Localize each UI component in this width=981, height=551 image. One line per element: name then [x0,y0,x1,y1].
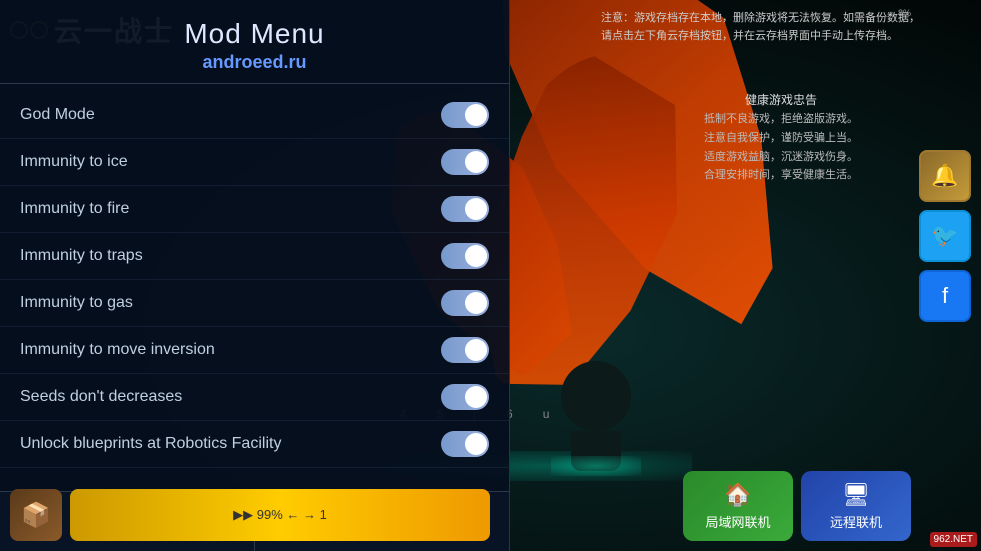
toggle-god-mode[interactable] [441,102,489,128]
mod-label-unlock-blueprints: Unlock blueprints at Robotics Facility [20,435,281,453]
twitter-icon: 🐦 [931,223,958,249]
toggle-knob-god-mode [465,104,487,126]
mod-label-immunity-gas: Immunity to gas [20,294,133,312]
local-network-button[interactable]: 🏠 局域网联机 [683,471,793,541]
level-u: u [543,407,550,421]
bottom-progress-bar[interactable]: ▶▶ 99% ← → 1 [70,489,490,541]
toggle-immunity-move-inversion[interactable] [441,337,489,363]
mod-menu-panel: Mod Menu androeed.ru God Mode Immunity t… [0,0,510,551]
watermark-962: 962.NET [930,532,977,547]
remote-network-icon: 🖥 [842,482,870,508]
mod-label-immunity-ice: Immunity to ice [20,153,128,171]
remote-network-label: 远程联机 [830,512,882,531]
health-line-4: 合理安排时间，享受健康生活。 [641,166,921,185]
network-buttons: 🏠 局域网联机 🖥 远程联机 [683,471,911,541]
toggle-knob-immunity-fire [465,198,487,220]
mod-item-immunity-fire[interactable]: Immunity to fire [0,186,509,233]
character-head [561,361,631,431]
mod-menu-list: God Mode Immunity to ice Immunity to fir… [0,84,509,491]
mod-item-immunity-move-inversion[interactable]: Immunity to move inversion [0,327,509,374]
mod-label-immunity-traps: Immunity to traps [20,247,143,265]
twitter-button[interactable]: 🐦 [919,210,971,262]
local-network-label: 局域网联机 [705,512,770,531]
mod-label-immunity-fire: Immunity to fire [20,200,129,218]
mod-item-unlock-blueprints[interactable]: Unlock blueprints at Robotics Facility [0,421,509,468]
toggle-knob-seeds-decrease [465,386,487,408]
toggle-knob-unlock-blueprints [465,433,487,455]
mod-item-immunity-gas[interactable]: Immunity to gas [0,280,509,327]
mod-menu-title: Mod Menu [20,18,489,50]
mod-menu-header: Mod Menu androeed.ru [0,0,509,84]
game-character [561,361,631,471]
facebook-icon: f [942,283,948,309]
toggle-immunity-fire[interactable] [441,196,489,222]
mod-label-seeds-decrease: Seeds don't decreases [20,388,182,406]
bell-icon: 🔔 [931,163,958,189]
toggle-knob-immunity-traps [465,245,487,267]
top-right-percentage: 8% [898,8,911,18]
mod-item-seeds-decrease[interactable]: Seeds don't decreases [0,374,509,421]
remote-network-button[interactable]: 🖥 远程联机 [801,471,911,541]
progress-bar-content: ▶▶ 99% ← → 1 [233,507,327,523]
toggle-immunity-gas[interactable] [441,290,489,316]
toggle-immunity-traps[interactable] [441,243,489,269]
chest-icon-button[interactable]: 📦 [10,489,62,541]
toggle-unlock-blueprints[interactable] [441,431,489,457]
character-glow [551,456,641,476]
mod-item-immunity-ice[interactable]: Immunity to ice [0,139,509,186]
mod-item-immunity-traps[interactable]: Immunity to traps [0,233,509,280]
toggle-knob-immunity-gas [465,292,487,314]
health-line-2: 注意自我保护，谨防受骗上当。 [641,129,921,148]
facebook-button[interactable]: f [919,270,971,322]
mod-label-god-mode: God Mode [20,106,95,124]
mod-menu-subtitle: androeed.ru [20,52,489,73]
toggle-knob-immunity-move-inversion [465,339,487,361]
chest-icon: 📦 [21,501,51,530]
toggle-knob-immunity-ice [465,151,487,173]
local-network-icon: 🏠 [724,482,751,508]
notice-content: 注意：游戏存档存在本地，删除游戏将无法恢复。如需备份数据，请点击左下角云存档按钮… [601,12,920,42]
health-notice: 健康游戏忠告 抵制不良游戏，拒绝盗版游戏。 注意自我保护，谨防受骗上当。 适度游… [641,90,921,185]
bell-button[interactable]: 🔔 [919,150,971,202]
mod-label-immunity-move-inversion: Immunity to move inversion [20,341,215,359]
health-line-3: 适度游戏益脑，沉迷游戏伤身。 [641,148,921,167]
toggle-seeds-decrease[interactable] [441,384,489,410]
watermark-text: 962.NET [934,534,973,545]
notice-text: 注意：游戏存档存在本地，删除游戏将无法恢复。如需备份数据，请点击左下角云存档按钮… [601,10,921,45]
mod-item-god-mode[interactable]: God Mode [0,92,509,139]
health-line-1: 抵制不良游戏，拒绝盗版游戏。 [641,110,921,129]
toggle-immunity-ice[interactable] [441,149,489,175]
right-buttons-group: 🔔 🐦 f [919,150,971,322]
health-title: 健康游戏忠告 [641,90,921,110]
